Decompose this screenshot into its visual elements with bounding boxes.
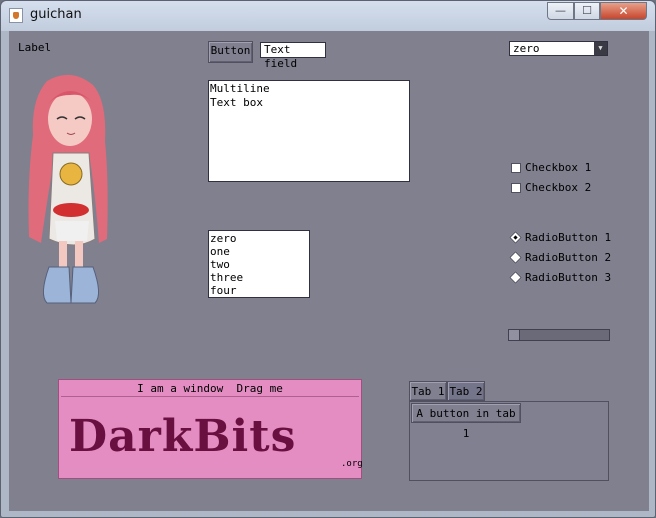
list-item[interactable]: two — [210, 258, 309, 271]
tab-1-button[interactable]: A button in tab 1 — [411, 403, 521, 440]
slider-handle[interactable] — [509, 330, 520, 340]
maximize-button[interactable]: ☐ — [574, 2, 600, 20]
checkbox-2-label: Checkbox 2 — [525, 181, 592, 194]
text-box-line: Text box — [210, 96, 263, 109]
title-divider — [61, 396, 359, 397]
darkbits-logo: DarkBits .org — [63, 399, 363, 477]
button[interactable]: Button — [208, 41, 253, 63]
radio-button-3-label: RadioButton 3 — [525, 271, 612, 284]
title-bar[interactable]: guichan — ☐ ✕ — [1, 1, 655, 31]
slider[interactable] — [508, 329, 610, 341]
window-title: guichan — [30, 7, 82, 22]
minimize-button[interactable]: — — [547, 2, 574, 20]
logo-suffix: .org — [341, 459, 363, 469]
dropdown[interactable]: zero ▼ — [509, 41, 608, 56]
radio-button-2[interactable] — [509, 251, 522, 264]
list-item[interactable]: three — [210, 271, 309, 284]
inner-window[interactable]: I am a window Drag me DarkBits .org — [58, 379, 363, 479]
logo-text: DarkBits — [69, 411, 297, 462]
list-item[interactable]: one — [210, 245, 309, 258]
radio-button-2-label: RadioButton 2 — [525, 251, 612, 264]
text-box-line: Multiline — [210, 82, 270, 95]
close-button[interactable]: ✕ — [600, 2, 647, 20]
application-window: guichan — ☐ ✕ Label Button Text field ze… — [0, 0, 656, 518]
tab-panel: A button in tab 1 — [409, 401, 609, 481]
tab-1[interactable]: Tab 1 — [409, 381, 447, 401]
list-item[interactable]: four — [210, 284, 309, 297]
checkbox-2[interactable] — [511, 183, 521, 193]
dropdown-value: zero — [513, 42, 540, 55]
checkbox-1[interactable] — [511, 163, 521, 173]
list-item[interactable]: zero — [210, 232, 309, 245]
label: Label — [18, 41, 52, 54]
tab-2[interactable]: Tab 2 — [447, 381, 485, 401]
radio-button-1[interactable] — [509, 231, 522, 244]
checkbox-1-label: Checkbox 1 — [525, 161, 592, 174]
guichan-canvas: Label Button Text field zero ▼ Multiline… — [9, 31, 649, 511]
text-box[interactable]: Multiline Text box — [208, 80, 410, 182]
character-image — [28, 74, 108, 304]
chevron-down-icon[interactable]: ▼ — [594, 42, 607, 55]
inner-window-title[interactable]: I am a window Drag me — [59, 382, 361, 395]
list-box[interactable]: zero one two three four — [208, 230, 310, 298]
radio-button-1-label: RadioButton 1 — [525, 231, 612, 244]
radio-button-3[interactable] — [509, 271, 522, 284]
text-field[interactable]: Text field — [260, 42, 326, 70]
java-cup-icon — [9, 8, 23, 23]
